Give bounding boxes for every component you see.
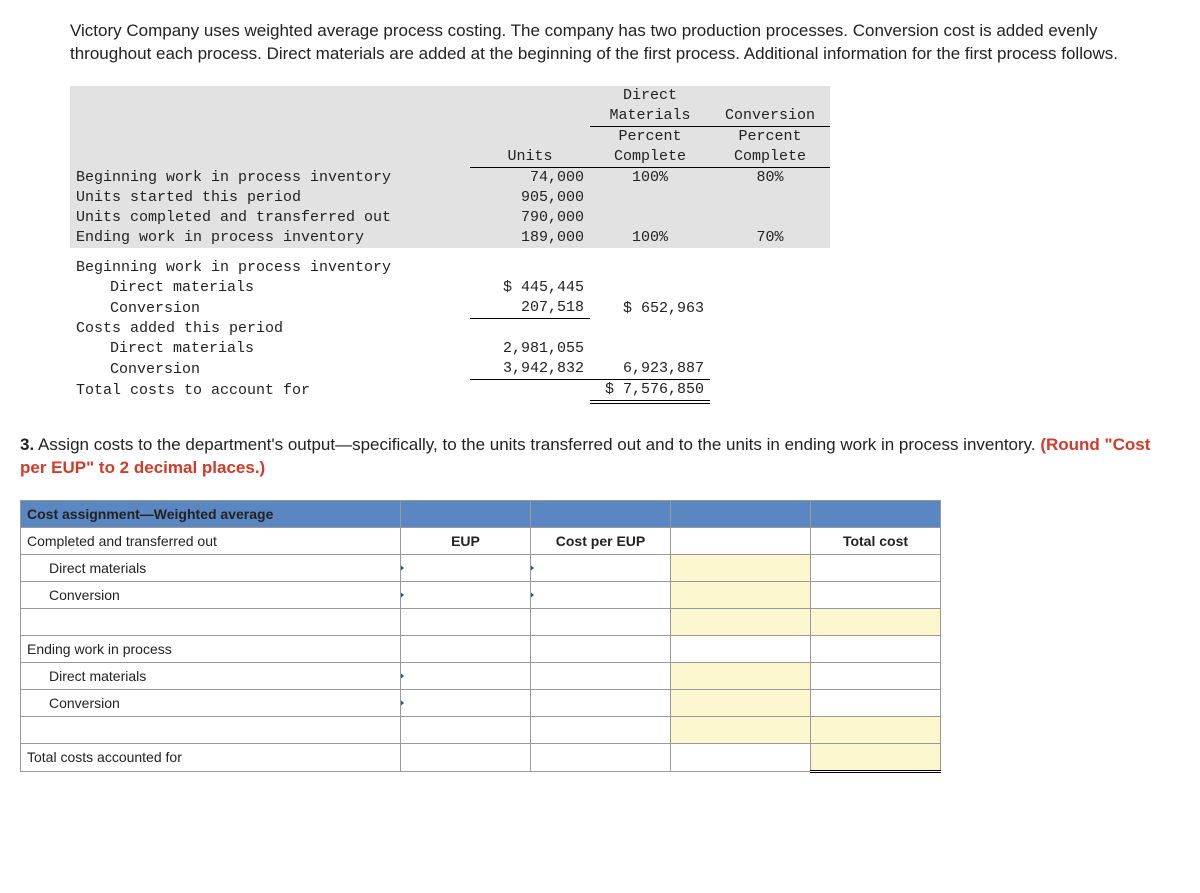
given-data-table: Direct Materials Conversion Percent Perc… bbox=[70, 86, 830, 404]
row-cto-blank[interactable] bbox=[21, 608, 401, 635]
hdr-pct-cv: Percent bbox=[710, 126, 830, 147]
row-cto-cv: Conversion bbox=[21, 581, 401, 608]
cost-added-dm: 2,981,055 bbox=[470, 339, 590, 359]
row-started-units: 905,000 bbox=[470, 188, 590, 208]
row-ewip-dm: 100% bbox=[590, 228, 710, 248]
cost-bwip-dm-label: Direct materials bbox=[70, 278, 470, 298]
hdr-conv: Conversion bbox=[710, 106, 830, 127]
hdr-complete-dm: Complete bbox=[590, 147, 710, 168]
cost-bwip-cv-label: Conversion bbox=[70, 298, 470, 319]
row-ewip-label: Ending work in process inventory bbox=[70, 228, 470, 248]
cost-added-tot: 6,923,887 bbox=[590, 359, 710, 380]
input-cto-dm-cpe[interactable] bbox=[531, 554, 671, 581]
cost-bwip-cv: 207,518 bbox=[470, 298, 590, 319]
cost-added-cv: 3,942,832 bbox=[470, 359, 590, 380]
row-bwip-label: Beginning work in process inventory bbox=[70, 167, 470, 188]
row-ewip-units: 189,000 bbox=[470, 228, 590, 248]
row-ewip-h: Ending work in process bbox=[21, 635, 401, 662]
data-table-wrapper: Direct Materials Conversion Percent Perc… bbox=[70, 86, 1180, 404]
cost-bwip-label: Beginning work in process inventory bbox=[70, 258, 470, 278]
q3-number: 3. bbox=[20, 435, 34, 454]
answer-header: Cost assignment—Weighted average bbox=[21, 500, 401, 527]
input-cto-dm-eup[interactable] bbox=[401, 554, 531, 581]
row-started-label: Units started this period bbox=[70, 188, 470, 208]
row-tcaf: Total costs accounted for bbox=[21, 743, 401, 771]
hdr-pct-dm: Percent bbox=[590, 126, 710, 147]
hdr-units: Units bbox=[470, 147, 590, 168]
row-bwip-cv: 80% bbox=[710, 167, 830, 188]
row-cto: Completed and transferred out bbox=[21, 527, 401, 554]
input-cto-cv-eup[interactable] bbox=[401, 581, 531, 608]
answer-table: Cost assignment—Weighted average Complet… bbox=[20, 500, 941, 773]
calc-cto-cv-sub bbox=[671, 581, 811, 608]
cost-bwip-tot: $ 652,963 bbox=[590, 298, 710, 319]
q3-text: Assign costs to the department's output—… bbox=[34, 435, 1040, 454]
cost-added-label: Costs added this period bbox=[70, 318, 470, 339]
row-ewip-cv: 70% bbox=[710, 228, 830, 248]
row-ewip-dm: Direct materials bbox=[21, 662, 401, 689]
row-bwip-dm: 100% bbox=[590, 167, 710, 188]
cost-total-label: Total costs to account for bbox=[70, 379, 470, 402]
hdr-dm2: Materials bbox=[590, 106, 710, 127]
input-ewip-cv-eup[interactable] bbox=[401, 689, 531, 716]
row-bwip-units: 74,000 bbox=[470, 167, 590, 188]
input-ewip-dm-eup[interactable] bbox=[401, 662, 531, 689]
cost-added-cv-label: Conversion bbox=[70, 359, 470, 380]
col-total: Total cost bbox=[811, 527, 941, 554]
col-cpe: Cost per EUP bbox=[531, 527, 671, 554]
calc-ewip-cv-sub bbox=[671, 689, 811, 716]
hdr-dm1: Direct bbox=[590, 86, 710, 106]
calc-cto-dm-sub bbox=[671, 554, 811, 581]
row-cto-dm: Direct materials bbox=[21, 554, 401, 581]
calc-ewip-dm-sub bbox=[671, 662, 811, 689]
row-completed-units: 790,000 bbox=[470, 208, 590, 228]
cost-total: $ 7,576,850 bbox=[590, 379, 710, 402]
cost-added-dm-label: Direct materials bbox=[70, 339, 470, 359]
calc-grand-total bbox=[811, 743, 941, 771]
row-completed-label: Units completed and transferred out bbox=[70, 208, 470, 228]
input-cto-cv-cpe[interactable] bbox=[531, 581, 671, 608]
hdr-complete-cv: Complete bbox=[710, 147, 830, 168]
row-ewip-cv: Conversion bbox=[21, 689, 401, 716]
cost-bwip-dm: $ 445,445 bbox=[470, 278, 590, 298]
col-eup: EUP bbox=[401, 527, 531, 554]
row-ewip-blank[interactable] bbox=[21, 716, 401, 743]
problem-intro: Victory Company uses weighted average pr… bbox=[70, 20, 1180, 66]
input-ewip-dm-cpe[interactable] bbox=[531, 662, 671, 689]
question-3: 3. Assign costs to the department's outp… bbox=[20, 434, 1180, 480]
input-ewip-cv-cpe[interactable] bbox=[531, 689, 671, 716]
